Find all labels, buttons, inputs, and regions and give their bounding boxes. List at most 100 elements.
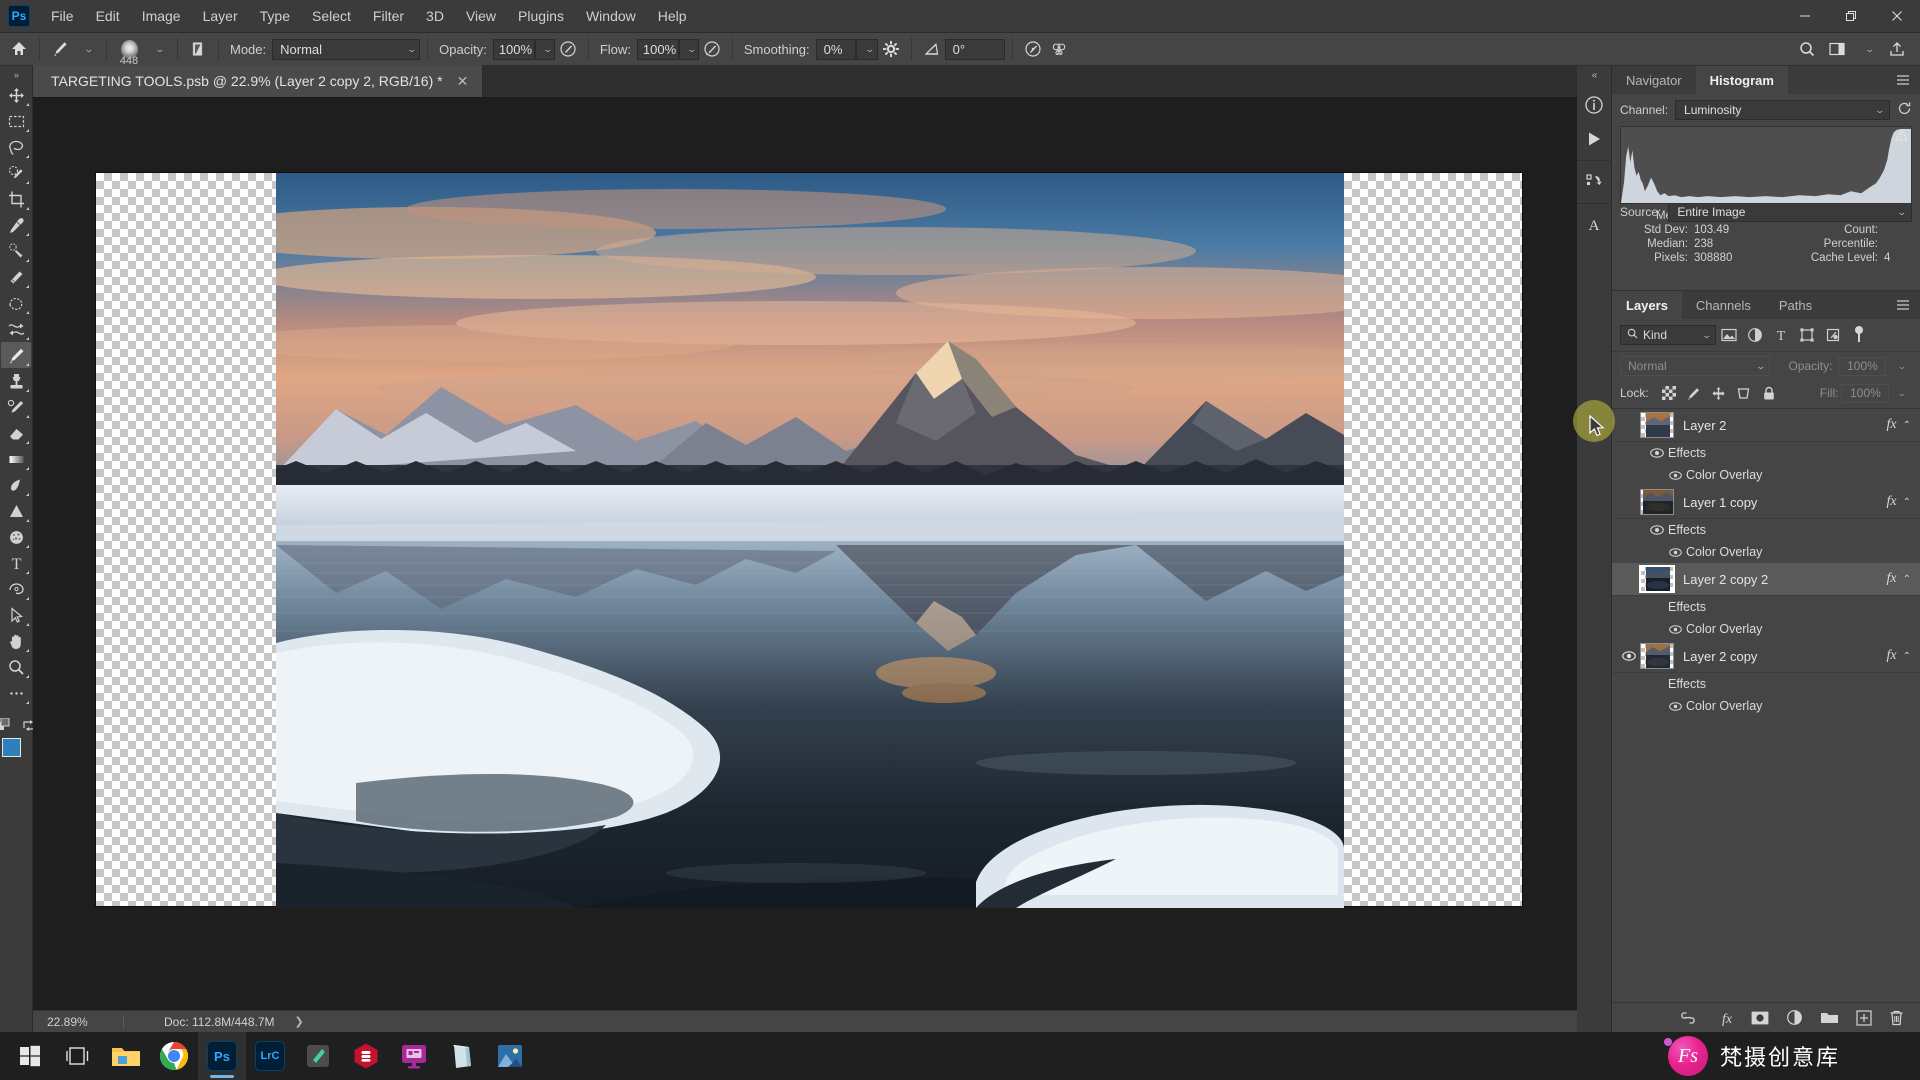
layer-blend-mode-select[interactable]: Normal ⌄ bbox=[1620, 356, 1770, 376]
tab-layers[interactable]: Layers bbox=[1612, 291, 1682, 319]
list-item[interactable]: Effects bbox=[1612, 442, 1920, 464]
layer-opacity-input[interactable]: 100% bbox=[1838, 356, 1887, 376]
effects-visibility-toggle[interactable] bbox=[1646, 596, 1668, 618]
filter-shape-icon[interactable] bbox=[1794, 324, 1820, 346]
layer-name[interactable]: Layer 1 copy bbox=[1683, 495, 1887, 510]
add-layer-style-icon[interactable]: fx bbox=[1714, 1010, 1734, 1026]
pressure-size-icon[interactable] bbox=[1020, 36, 1046, 62]
camtasia-button[interactable] bbox=[390, 1032, 438, 1080]
smoothing-chevron-icon[interactable]: ⌄ bbox=[855, 38, 878, 60]
status-expand-icon[interactable]: ❯ bbox=[295, 1015, 304, 1028]
color-swatches[interactable] bbox=[1, 738, 31, 772]
table-row[interactable]: Layer 1 copy fx ⌃ bbox=[1612, 486, 1920, 519]
layer-name[interactable]: Layer 2 bbox=[1683, 418, 1887, 433]
search-icon[interactable] bbox=[1794, 36, 1820, 62]
menu-view[interactable]: View bbox=[455, 3, 507, 29]
edit-toolbar-tool[interactable] bbox=[1, 680, 31, 706]
symmetry-butterfly-icon[interactable] bbox=[1046, 36, 1072, 62]
filter-smart-object-icon[interactable] bbox=[1820, 324, 1846, 346]
close-icon[interactable] bbox=[1874, 0, 1920, 33]
workspace-chevron-icon[interactable]: ⌄ bbox=[1854, 36, 1880, 62]
lightroom-classic-button[interactable]: LrC bbox=[246, 1032, 294, 1080]
table-row[interactable]: Layer 2 copy fx ⌃ bbox=[1612, 640, 1920, 673]
share-icon[interactable] bbox=[1884, 36, 1910, 62]
histogram-graph[interactable] bbox=[1620, 126, 1912, 204]
patch-tool[interactable] bbox=[1, 290, 31, 316]
list-item[interactable]: Color Overlay bbox=[1612, 695, 1920, 717]
layer-list[interactable]: Layer 2 fx ⌃ Effects Color Overlay Layer… bbox=[1612, 408, 1920, 1002]
filmora-button[interactable] bbox=[294, 1032, 342, 1080]
effects-visibility-toggle[interactable] bbox=[1646, 673, 1668, 695]
tab-channels[interactable]: Channels bbox=[1681, 291, 1765, 319]
layer-visibility-toggle[interactable] bbox=[1618, 563, 1640, 596]
lock-all-icon[interactable] bbox=[1758, 383, 1780, 403]
move-tool[interactable] bbox=[1, 82, 31, 108]
play-icon[interactable] bbox=[1579, 122, 1609, 156]
zoom-tool[interactable] bbox=[1, 654, 31, 680]
history-brush-tool[interactable] bbox=[1, 394, 31, 420]
home-icon[interactable] bbox=[6, 36, 32, 62]
opacity-input[interactable]: 100% bbox=[492, 38, 535, 60]
menu-edit[interactable]: Edit bbox=[85, 3, 131, 29]
menu-type[interactable]: Type bbox=[249, 3, 301, 29]
filter-kind-select[interactable]: Kind ⌄ bbox=[1620, 325, 1716, 345]
channel-select[interactable]: Luminosity ⌄ bbox=[1675, 100, 1890, 120]
path-selection-tool[interactable] bbox=[1, 602, 31, 628]
tab-histogram[interactable]: Histogram bbox=[1695, 66, 1788, 94]
task-view-button[interactable] bbox=[54, 1032, 102, 1080]
layer-visibility-toggle[interactable] bbox=[1618, 640, 1640, 673]
menu-plugins[interactable]: Plugins bbox=[507, 3, 575, 29]
layer-name[interactable]: Layer 2 copy 2 bbox=[1683, 572, 1887, 587]
effect-visibility-toggle[interactable] bbox=[1664, 464, 1686, 486]
filter-toggle-icon[interactable] bbox=[1846, 324, 1872, 346]
healing-brush-tool[interactable] bbox=[1, 264, 31, 290]
layer-fx-badge[interactable]: fx bbox=[1887, 417, 1897, 433]
lock-image-pixels-icon[interactable] bbox=[1683, 383, 1705, 403]
list-item[interactable]: Color Overlay bbox=[1612, 464, 1920, 486]
minimize-icon[interactable] bbox=[1782, 0, 1828, 33]
pressure-opacity-icon[interactable] bbox=[555, 36, 581, 62]
collapse-panels-icon[interactable]: « bbox=[1577, 66, 1612, 84]
dodge-tool[interactable] bbox=[1, 498, 31, 524]
layer-name[interactable]: Layer 2 copy bbox=[1683, 649, 1887, 664]
artboard-canvas[interactable] bbox=[95, 172, 1523, 908]
layer-visibility-toggle[interactable] bbox=[1618, 409, 1640, 442]
gradient-tool[interactable] bbox=[1, 446, 31, 472]
chevron-up-icon[interactable]: ⌃ bbox=[1903, 420, 1911, 431]
add-layer-mask-icon[interactable] bbox=[1751, 1011, 1769, 1025]
canvas-area[interactable] bbox=[33, 98, 1577, 1010]
list-item[interactable]: Effects bbox=[1612, 519, 1920, 541]
angle-input[interactable]: 0° bbox=[944, 38, 1005, 60]
airbrush-icon[interactable] bbox=[699, 36, 725, 62]
file-explorer-button[interactable] bbox=[102, 1032, 150, 1080]
type-tool[interactable]: T bbox=[1, 550, 31, 576]
lock-transparent-pixels-icon[interactable] bbox=[1658, 383, 1680, 403]
hand-tool[interactable] bbox=[1, 628, 31, 654]
info-icon[interactable] bbox=[1579, 88, 1609, 122]
table-row[interactable]: Layer 2 fx ⌃ bbox=[1612, 409, 1920, 442]
notepad-button[interactable] bbox=[438, 1032, 486, 1080]
lock-artboard-nesting-icon[interactable] bbox=[1733, 383, 1755, 403]
menu-file[interactable]: File bbox=[40, 3, 85, 29]
list-item[interactable]: Effects bbox=[1612, 673, 1920, 695]
lock-position-icon[interactable] bbox=[1708, 383, 1730, 403]
clone-stamp-tool[interactable] bbox=[1, 368, 31, 394]
brush-tool-chevron-icon[interactable]: ⌄ bbox=[73, 36, 99, 62]
filter-adjustment-icon[interactable] bbox=[1742, 324, 1768, 346]
warning-triangle-icon[interactable] bbox=[1894, 129, 1909, 144]
eyedropper-tool[interactable] bbox=[1, 212, 31, 238]
refresh-icon[interactable] bbox=[1897, 101, 1912, 119]
gear-icon[interactable] bbox=[878, 36, 904, 62]
effects-visibility-toggle[interactable] bbox=[1646, 442, 1668, 464]
blend-mode-select[interactable]: Normal ⌄ bbox=[272, 38, 421, 60]
link-layers-icon[interactable] bbox=[1679, 1011, 1697, 1024]
list-item[interactable]: Effects bbox=[1612, 596, 1920, 618]
menu-help[interactable]: Help bbox=[647, 3, 698, 29]
photoshop-button[interactable]: Ps bbox=[198, 1032, 246, 1080]
libraries-icon[interactable] bbox=[1579, 165, 1609, 199]
object-selection-tool[interactable] bbox=[1, 160, 31, 186]
default-colors-icon[interactable] bbox=[0, 716, 12, 734]
tab-navigator[interactable]: Navigator bbox=[1612, 66, 1696, 94]
chevron-up-icon[interactable]: ⌃ bbox=[1903, 651, 1911, 662]
rectangular-marquee-tool[interactable] bbox=[1, 108, 31, 134]
